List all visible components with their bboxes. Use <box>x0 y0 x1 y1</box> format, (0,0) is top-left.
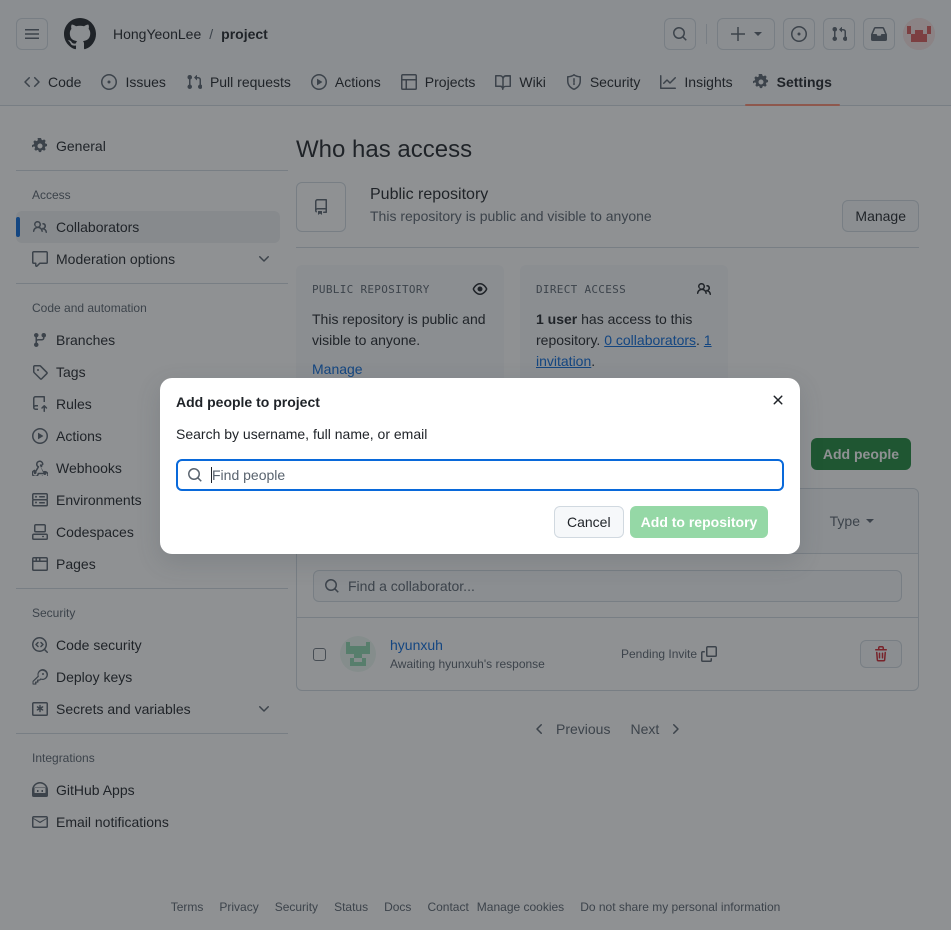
add-people-dialog: Add people to project Search by username… <box>160 378 800 554</box>
dialog-label: Search by username, full name, or email <box>176 426 428 442</box>
find-people-input[interactable] <box>212 467 772 483</box>
add-to-repository-button[interactable]: Add to repository <box>630 506 768 538</box>
close-button[interactable] <box>770 392 786 408</box>
close-icon <box>773 395 783 405</box>
search-icon <box>188 468 202 482</box>
cancel-button[interactable]: Cancel <box>554 506 624 538</box>
find-people-field[interactable] <box>176 459 784 491</box>
dialog-title: Add people to project <box>176 394 320 410</box>
